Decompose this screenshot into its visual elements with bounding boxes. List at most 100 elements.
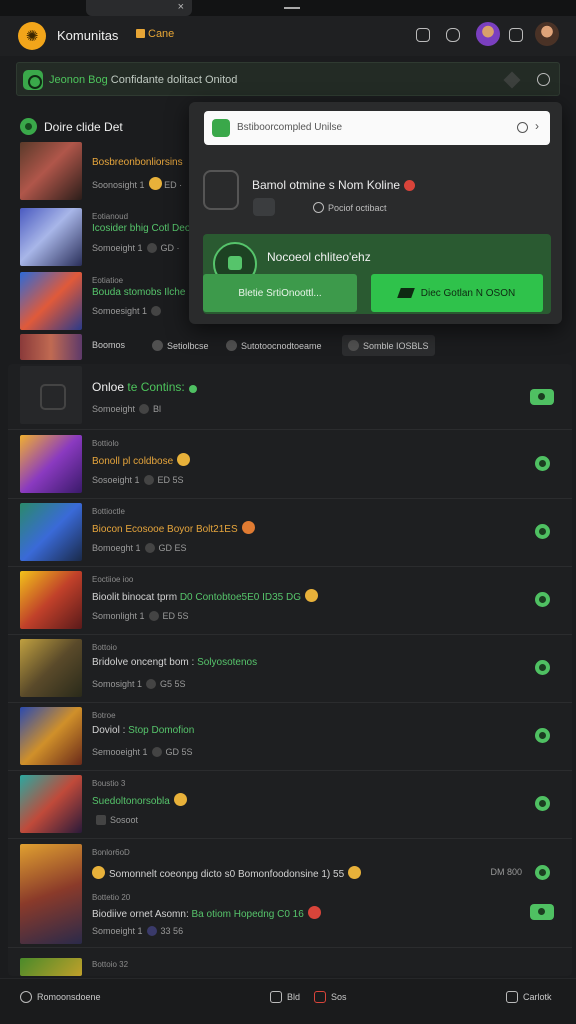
game-thumbnail[interactable] <box>20 272 82 330</box>
list-item[interactable]: Bottoio Bridolve oncengt bom : Solyosote… <box>8 635 572 703</box>
bookmark-icon[interactable] <box>509 28 523 42</box>
footer-communities[interactable]: Romoonsdoene <box>20 991 101 1003</box>
online-dot-icon <box>188 385 197 393</box>
invite-card-title: Nocoeol chliteo'ehz <box>267 250 371 264</box>
primary-action-label: Diec Gotlan N OSON <box>420 287 516 299</box>
app-title: Komunitas <box>57 28 119 43</box>
footer-sos-label: Sos <box>331 992 347 1002</box>
chat-icon[interactable] <box>446 28 460 42</box>
list-item-meta: Bottetio 20 <box>92 893 131 902</box>
game-thumbnail <box>20 707 82 765</box>
list-item-sub-value: GD · <box>160 243 180 253</box>
cane-link[interactable]: Cane <box>136 28 174 40</box>
window-tab[interactable]: × <box>86 0 192 16</box>
list-item-sub: Somoeight 1 GD · <box>92 243 180 253</box>
filter-chip-selected[interactable]: Somble IOSBLS <box>342 335 435 356</box>
list-item-title: Onloe te Contins: <box>92 380 197 394</box>
list-item-sub: Sosoeight 1 ED 5S <box>92 475 184 485</box>
join-button[interactable] <box>535 524 550 539</box>
list-item[interactable]: Onloe te Contins: Somoeight Bl <box>8 364 572 430</box>
list-item-sub: Sosoot <box>92 815 138 825</box>
list-item-sub-value: ED · <box>164 180 183 190</box>
section-title: Doire clide Det <box>44 120 123 134</box>
list-item-sub-value: 33 56 <box>160 926 184 936</box>
game-thumbnail[interactable] <box>20 142 82 200</box>
secondary-action-button[interactable]: Bletie SrtiOnoottl... <box>203 274 357 312</box>
list-item-title-text: Bonoll pl coldbose <box>92 456 174 467</box>
list-item-title-text: Biocon Ecosooe Boyor Bolt21ES <box>92 524 238 535</box>
chevron-right-icon[interactable]: › <box>535 119 539 133</box>
game-thumbnail <box>20 844 82 944</box>
link-button[interactable] <box>535 865 550 880</box>
primary-action-button[interactable]: Diec Gotlan N OSON <box>371 274 543 312</box>
footer-sos[interactable]: Sos <box>314 991 347 1003</box>
join-button[interactable] <box>535 728 550 743</box>
join-button[interactable] <box>535 592 550 607</box>
app-logo-icon[interactable]: ✺ <box>18 22 46 50</box>
search-input-value: Bstiboorcompled Unilse <box>237 122 343 133</box>
clock-icon <box>144 543 155 553</box>
footer-settings[interactable]: Carlotk <box>506 991 552 1003</box>
list-item-title[interactable]: Bosbreonbonliorsins <box>92 157 183 168</box>
gamepad-icon[interactable] <box>416 28 430 42</box>
list-item-title: Doviol : Stop Domofion <box>92 725 194 736</box>
list-item-meta: Botroe <box>92 711 116 720</box>
list-item-title-highlight: D0 Contobtoe5E0 ID35 DG <box>179 592 302 603</box>
list-item-title-highlight: Ba otiom Hopedng C0 16 <box>191 909 304 920</box>
list-item-title[interactable]: Bouda stomobs Ilche <box>92 287 185 298</box>
game-thumbnail[interactable] <box>20 208 82 266</box>
list-item-title-text: Biodiive ornet Asomn: <box>92 909 189 920</box>
list-item[interactable]: Bottiolo Bonoll pl coldbose Sosoeight 1 E… <box>8 431 572 499</box>
list-item-stat: DM 800 <box>490 867 522 877</box>
filter-chip[interactable]: Sutotoocnodtoeame <box>226 340 322 351</box>
footer-settings-label: Carlotk <box>523 992 552 1002</box>
refresh-icon[interactable] <box>537 73 550 86</box>
filter-chip[interactable]: Boomos <box>92 340 125 350</box>
list-item-title[interactable]: Icosider bhig Cotl Deo <box>92 223 190 234</box>
list-item-sub-label: Sosoot <box>110 815 139 825</box>
list-item[interactable]: Eoctiioe ioo Bioolit binocat tprm D0 Con… <box>8 567 572 635</box>
panel-subtitle[interactable]: Pociof octibact <box>313 202 387 213</box>
join-button[interactable] <box>535 796 550 811</box>
list-item-sub-value: GD 5S <box>165 747 193 757</box>
user-avatar[interactable] <box>535 22 559 46</box>
tag-icon <box>396 288 415 298</box>
filter-icon <box>152 340 163 351</box>
list-item-meta: Eotiatioe <box>92 276 124 285</box>
join-button[interactable] <box>530 904 554 920</box>
list-item[interactable]: Boustio 3 Suedoltonorsobla Sosoot <box>8 771 572 839</box>
list-item-title: Biodiive ornet Asomn: Ba otiom Hopedng C… <box>92 906 321 920</box>
close-icon[interactable]: × <box>178 1 184 13</box>
join-button[interactable] <box>535 456 550 471</box>
community-bar[interactable]: Jeonon Bog Confidante dolitact Onitod <box>16 62 560 96</box>
check-circle-icon <box>313 202 324 213</box>
emoji-icon <box>173 793 187 806</box>
search-input[interactable]: Bstiboorcompled Unilse › <box>204 111 550 145</box>
panel-heading-text: Bamol otmine s Nom Koline <box>252 178 401 192</box>
list-item-sub-value: ED 5S <box>162 611 189 621</box>
coin-icon <box>92 866 105 879</box>
list-item[interactable]: Bottoio 32 <box>8 956 572 976</box>
list-item[interactable]: Bottioctle Biocon Ecosooe Boyor Bolt21ES… <box>8 499 572 567</box>
community-list: Onloe te Contins: Somoeight Bl Bottiolo B… <box>8 364 572 976</box>
avatar-purple[interactable] <box>476 22 500 46</box>
list-item-title-text: Bridolve oncengt bom : <box>92 657 195 668</box>
list-item[interactable]: Botroe Doviol : Stop Domofion Semooeight… <box>8 703 572 771</box>
list-item-title: Biocon Ecosooe Boyor Bolt21ES <box>92 521 255 535</box>
list-item-sub-value: GD ES <box>158 543 187 553</box>
filter-chip-label: Sutotoocnodtoeame <box>241 341 322 351</box>
list-item-title-text: Somonnelt coeonpg dicto s0 Bomonfoodonsi… <box>109 869 345 880</box>
filter-icon <box>226 340 237 351</box>
footer-bld[interactable]: Bld <box>270 991 300 1003</box>
list-item[interactable]: Bonlor6oD Somonnelt coeonpg dicto s0 Bom… <box>8 840 572 948</box>
join-button[interactable] <box>530 389 554 405</box>
online-title-text: Onloe <box>92 380 125 394</box>
list-item-sub-label: Somoesight 1 <box>92 306 148 316</box>
emoji-icon <box>177 453 191 466</box>
join-button[interactable] <box>535 660 550 675</box>
filter-chip[interactable]: Setiolbcse <box>152 340 209 351</box>
gear-icon <box>506 991 518 1003</box>
list-item-meta: Bottoio <box>92 643 117 652</box>
window-tab-strip: × <box>0 0 576 16</box>
minimize-icon[interactable] <box>284 7 300 9</box>
